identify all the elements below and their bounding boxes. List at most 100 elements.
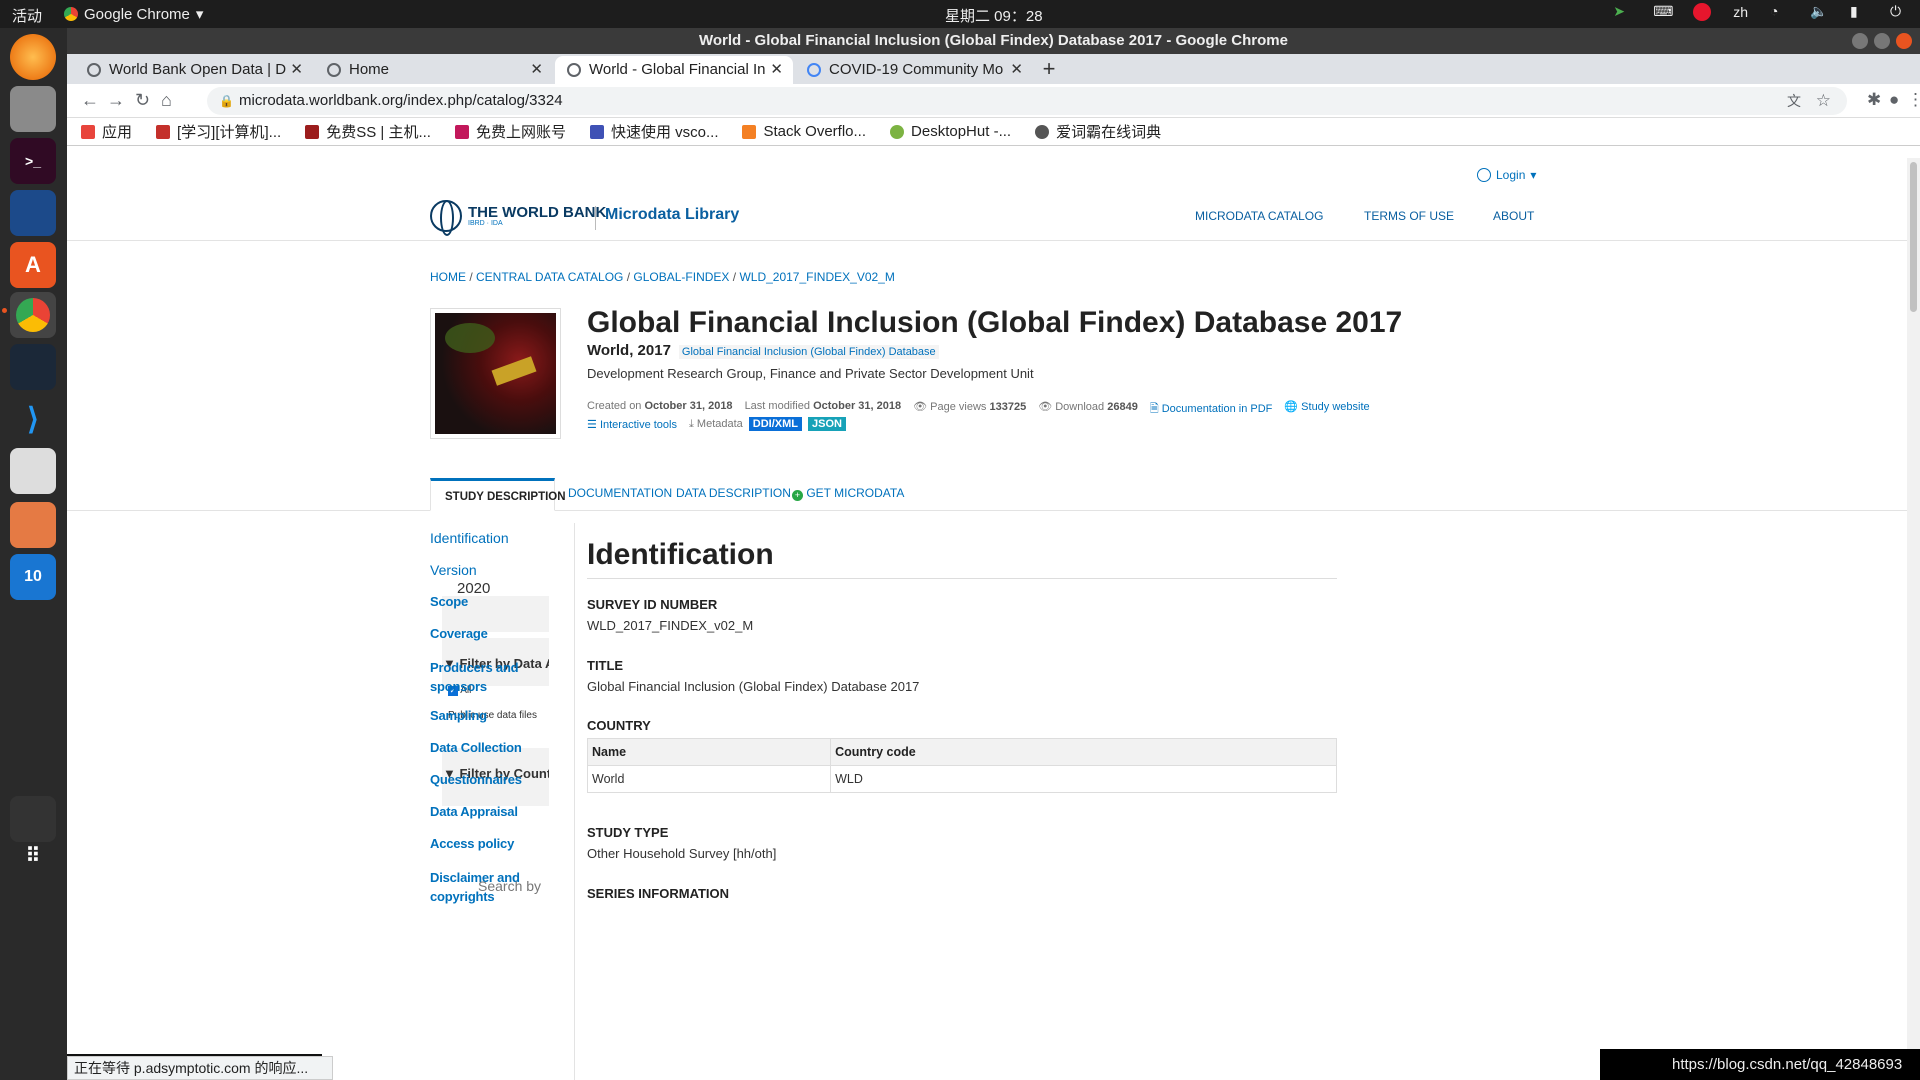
typora-icon[interactable] (10, 448, 56, 494)
close-window-button[interactable] (1896, 33, 1912, 49)
breadcrumb-study-id[interactable]: WLD_2017_FINDEX_V02_M (739, 270, 894, 284)
minimize-button[interactable] (1852, 33, 1868, 49)
win10-icon[interactable]: 10 (10, 554, 56, 600)
avatar[interactable]: ● (1889, 90, 1899, 110)
forward-arrow-icon[interactable]: → (107, 90, 125, 111)
login-menu[interactable]: Login ▾ (1477, 168, 1536, 182)
firefox-icon[interactable] (10, 34, 56, 80)
chevron-down-icon: ▾ (195, 6, 204, 23)
keyboard-icon[interactable]: ⌨ (1653, 3, 1673, 21)
software-center-icon[interactable]: A (10, 242, 56, 288)
sidebar-divider (574, 523, 575, 1080)
documentation-pdf-link[interactable]: 🗎 Documentation in PDF (1150, 400, 1273, 419)
send-icon[interactable]: ➤ (1613, 3, 1631, 21)
scrollbar-thumb[interactable] (1910, 162, 1917, 312)
bookmark-apps[interactable]: 应用 (81, 121, 132, 142)
tab-label: World - Global Financial In (589, 61, 766, 78)
sidebar-sampling[interactable]: Sampling (430, 708, 487, 723)
bookmark-free-account[interactable]: 免费上网账号 (454, 121, 566, 142)
sidebar-identification[interactable]: Identification (430, 530, 509, 546)
pdf-icon: 🗎 (1149, 403, 1159, 415)
clock[interactable]: 星期二 09：28 (945, 5, 1043, 26)
close-icon[interactable]: ✕ (1010, 56, 1023, 84)
star-icon[interactable]: ☆ (1816, 87, 1831, 115)
activities-button[interactable]: 活动 (12, 5, 42, 26)
volume-icon[interactable]: 🔈 (1810, 3, 1828, 21)
bookmark-stackoverflow[interactable]: Stack Overflo... (742, 123, 866, 140)
maximize-button[interactable] (1874, 33, 1890, 49)
bookmark-free-ss[interactable]: 免费SS | 主机... (305, 121, 431, 142)
json-button[interactable]: JSON (808, 417, 846, 431)
close-icon[interactable]: ✕ (530, 56, 543, 84)
close-icon[interactable]: ✕ (290, 56, 303, 84)
tab-get-microdata[interactable]: + GET MICRODATA (792, 486, 904, 501)
window-title: World - Global Financial Inclusion (Glob… (699, 32, 1288, 49)
bookmark-iciba[interactable]: 爱词霸在线词典 (1035, 121, 1161, 142)
breadcrumb-home[interactable]: HOME (430, 270, 466, 284)
tab-home[interactable]: Home ✕ (315, 56, 553, 84)
breadcrumb-global-findex[interactable]: GLOBAL-FINDEX (633, 270, 729, 284)
lock-icon[interactable]: 🔒 (219, 87, 234, 115)
sidebar-version[interactable]: Version (430, 562, 477, 578)
translate-icon[interactable]: 文 (1787, 87, 1801, 115)
tab-covid-mobility[interactable]: COVID-19 Community Mo ✕ (795, 56, 1033, 84)
battery-icon[interactable]: ▮ (1850, 3, 1868, 21)
chrome-dock-icon[interactable] (10, 292, 56, 338)
table-header-row: Name Country code (586, 738, 1337, 766)
extensions-icon[interactable]: ✱ (1867, 90, 1881, 110)
language-indicator[interactable]: zh (1733, 4, 1748, 20)
sidebar-producers[interactable]: Producers and sponsors (430, 658, 520, 696)
tab-data-description[interactable]: DATA DESCRIPTION (676, 486, 791, 500)
plus-circle-icon: + (792, 490, 803, 501)
bookmark-desktophut[interactable]: DesktopHut -... (890, 123, 1011, 140)
world-bank-logo[interactable]: THE WORLD BANK IBRD · IDA (430, 200, 606, 236)
bookmark-study[interactable]: [学习][计算机]... (156, 121, 281, 142)
nav-microdata-catalog[interactable]: MICRODATA CATALOG (1195, 209, 1323, 223)
kebab-menu-icon[interactable]: ⋮ (1907, 90, 1920, 110)
study-website-link[interactable]: 🌐 Study website (1284, 400, 1369, 419)
interactive-tools-link[interactable]: ☰ Interactive tools (587, 418, 677, 431)
breadcrumb-central-catalog[interactable]: CENTRAL DATA CATALOG (476, 270, 623, 284)
page-scrollbar[interactable] (1907, 158, 1920, 1080)
address-bar[interactable]: 🔒 microdata.worldbank.org/index.php/cata… (207, 87, 1847, 115)
sidebar-disclaimer[interactable]: Disclaimer and copyrights (430, 868, 530, 906)
tab-study-description[interactable]: STUDY DESCRIPTION (430, 478, 566, 511)
ddi-xml-button[interactable]: DDI/XML (748, 417, 803, 431)
app-menu[interactable]: Google Chrome ▾ (64, 5, 203, 23)
sidebar-data-collection[interactable]: Data Collection (430, 740, 522, 755)
sidebar-data-appraisal[interactable]: Data Appraisal (430, 804, 518, 819)
tab-world-bank-open-data[interactable]: World Bank Open Data | D ✕ (75, 56, 313, 84)
cell-name: World (586, 765, 832, 793)
reload-icon[interactable]: ↻ (135, 90, 150, 111)
bookmark-vscode[interactable]: 快速使用 vsco... (589, 121, 718, 142)
globe-icon: 🌐 (1284, 401, 1299, 413)
series-link[interactable]: Global Financial Inclusion (Global Finde… (678, 345, 939, 359)
vscode-icon[interactable]: ⟩ (10, 396, 56, 442)
sidebar-scope[interactable]: Scope (430, 594, 468, 609)
nav-terms-of-use[interactable]: TERMS OF USE (1364, 209, 1454, 223)
steam-icon[interactable] (10, 344, 56, 390)
home-icon[interactable]: ⌂ (161, 90, 172, 111)
sidebar-coverage[interactable]: Coverage (430, 626, 488, 641)
back-arrow-icon[interactable]: ← (81, 90, 99, 111)
nav-about[interactable]: ABOUT (1493, 209, 1534, 223)
show-apps-icon[interactable]: ⠿ (10, 832, 56, 878)
files-icon[interactable] (10, 86, 56, 132)
terminal-icon[interactable]: >_ (10, 138, 56, 184)
sidebar-access-policy[interactable]: Access policy (430, 836, 514, 851)
microdata-library-link[interactable]: Microdata Library (605, 206, 739, 224)
tab-strip: World Bank Open Data | D ✕ Home ✕ World … (67, 54, 1920, 84)
system-tray: ➤ ⌨ zh ◔ 🔈 ▮ ⏻ (1613, 3, 1908, 21)
virtualbox-icon[interactable] (10, 190, 56, 236)
web-page: Login ▾ THE WORLD BANK IBRD · IDA Microd… (67, 158, 1907, 1080)
weibo-icon[interactable] (1693, 3, 1712, 21)
wifi-icon[interactable]: ◔ (1770, 3, 1788, 21)
sidebar-questionnaires[interactable]: Questionnaires (430, 772, 522, 787)
close-icon[interactable]: ✕ (770, 56, 783, 84)
new-tab-button[interactable]: + (1037, 58, 1061, 82)
tab-documentation[interactable]: DOCUMENTATION (568, 486, 672, 500)
title-label: TITLE (587, 658, 624, 673)
tab-global-findex[interactable]: World - Global Financial In ✕ (555, 56, 793, 84)
power-icon[interactable]: ⏻ (1890, 3, 1908, 21)
file-manager-icon[interactable] (10, 502, 56, 548)
